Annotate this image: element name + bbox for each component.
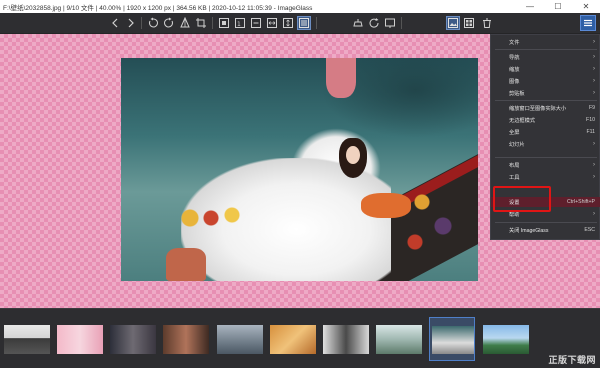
slideshow-icon[interactable] — [383, 16, 397, 30]
thumbnail-item[interactable] — [323, 325, 369, 354]
menu-item-frameless[interactable]: 无边框模式 F10 — [491, 115, 600, 125]
menu-item-image[interactable]: 图像 › — [491, 76, 600, 86]
thumbnail-item[interactable] — [376, 325, 422, 354]
thumbnail-item[interactable] — [483, 325, 529, 354]
chevron-left-icon[interactable] — [108, 16, 122, 30]
thumbnail-item[interactable] — [4, 325, 50, 354]
toolbar-separator — [212, 17, 213, 29]
window-title: F:\壁纸\2032858.jpg | 9/10 文件 | 40.00% | 1… — [3, 4, 313, 12]
menu-item-exit[interactable]: 关闭 ImageGlass ESC — [491, 225, 600, 235]
watermark: 正版下载网 — [548, 355, 596, 365]
maximize-button[interactable]: ☐ — [544, 0, 572, 13]
displayed-image — [121, 58, 478, 281]
thumbnail-item[interactable] — [270, 325, 316, 354]
menu-item-layout[interactable]: 布局 › — [491, 160, 600, 170]
menu-item-zoom[interactable]: 缩放 › — [491, 64, 600, 74]
thumbnail-bar — [0, 308, 600, 368]
lock-zoom-icon[interactable] — [249, 16, 263, 30]
title-bar: F:\壁纸\2032858.jpg | 9/10 文件 | 40.00% | 1… — [0, 0, 600, 13]
scale-width-icon[interactable] — [265, 16, 279, 30]
menu-item-clipboard[interactable]: 剪贴板 › — [491, 88, 600, 98]
thumbnail-item[interactable] — [217, 325, 263, 354]
menu-icon[interactable] — [580, 15, 596, 31]
toolbar-separator — [401, 17, 402, 29]
delete-icon[interactable] — [480, 16, 494, 30]
checkerboard-icon[interactable] — [351, 16, 365, 30]
thumbnail-item[interactable] — [57, 325, 103, 354]
menu-item-navigation[interactable]: 导航 › — [491, 52, 600, 62]
gallery-icon[interactable] — [446, 16, 460, 30]
thumbnail-item[interactable] — [110, 325, 156, 354]
menu-item-fullscreen[interactable]: 全屏 F11 — [491, 127, 600, 137]
thumbnail-item-selected[interactable] — [429, 317, 475, 361]
toolbar-separator — [316, 17, 317, 29]
refresh-icon[interactable] — [367, 16, 381, 30]
crop-icon[interactable] — [194, 16, 208, 30]
thumbnail-icon[interactable] — [462, 16, 476, 30]
rotate-right-icon[interactable] — [162, 16, 176, 30]
window-fit-icon[interactable] — [297, 16, 311, 30]
thumbnail-item[interactable] — [163, 325, 209, 354]
close-button[interactable]: ✕ — [572, 0, 600, 13]
rotate-left-icon[interactable] — [146, 16, 160, 30]
chevron-right-icon[interactable] — [124, 16, 138, 30]
scale-height-icon[interactable] — [281, 16, 295, 30]
menu-item-tools[interactable]: 工具 › — [491, 172, 600, 182]
svg-text:1: 1 — [237, 21, 241, 28]
zoom-fit-icon[interactable] — [217, 16, 231, 30]
actual-size-icon[interactable]: 1 — [233, 16, 247, 30]
flip-icon[interactable] — [178, 16, 192, 30]
menu-item-file[interactable]: 文件 › — [491, 37, 600, 47]
minimize-button[interactable]: — — [516, 0, 544, 13]
menu-item-slideshow[interactable]: 幻灯片 › — [491, 139, 600, 149]
settings-highlight-box — [493, 186, 551, 212]
toolbar-separator — [141, 17, 142, 29]
menu-item-fit-window[interactable]: 缩放窗口至图像实际大小 F9 — [491, 103, 600, 113]
toolbar: 1 — [0, 13, 600, 34]
